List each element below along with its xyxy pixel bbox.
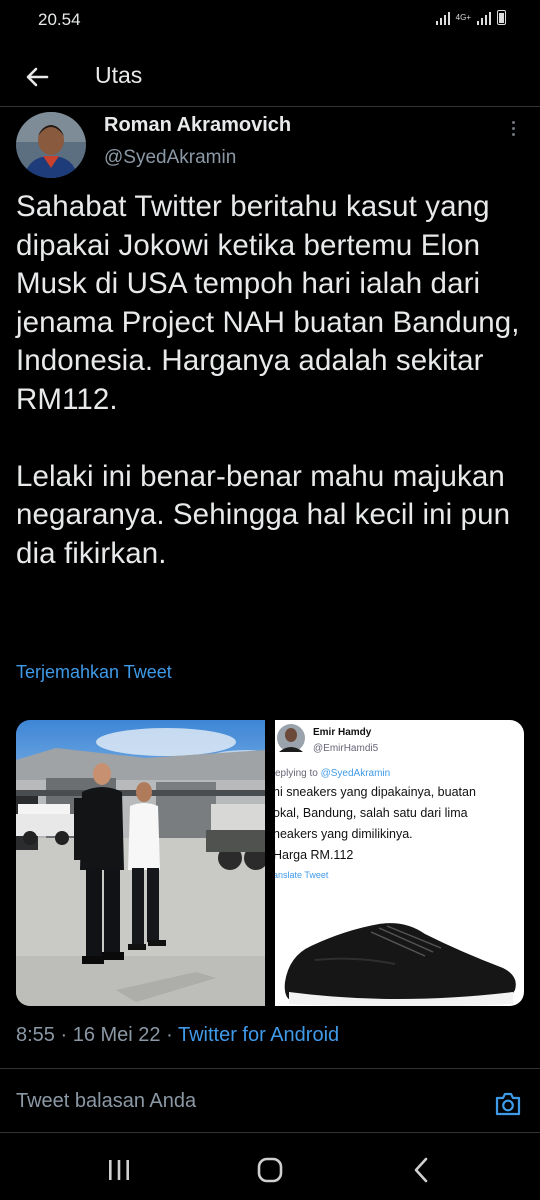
- embedded-line: ni sneakers yang dipakainya, buatan: [275, 785, 476, 799]
- screenshot-embedded-tweet[interactable]: Emir Hamdy @EmirHamdi5 eplying to @SyedA…: [275, 720, 524, 1006]
- tweet-media: Emir Hamdy @EmirHamdi5 eplying to @SyedA…: [16, 720, 524, 1006]
- camera-icon[interactable]: [492, 1088, 524, 1120]
- status-icons: 4G+: [435, 10, 506, 25]
- tweet-source-link[interactable]: Twitter for Android: [178, 1024, 339, 1046]
- tweet-text: Sahabat Twitter beritahu kasut yang dipa…: [16, 188, 526, 573]
- top-app-bar: Utas: [0, 48, 540, 107]
- reply-input[interactable]: Tweet balasan Anda: [16, 1090, 476, 1120]
- tweet-paragraph: Sahabat Twitter beritahu kasut yang dipa…: [16, 190, 520, 416]
- author-name[interactable]: Roman Akramovich: [104, 114, 291, 137]
- home-icon[interactable]: [245, 1148, 295, 1192]
- more-options-icon[interactable]: [505, 118, 521, 140]
- divider: [0, 1068, 540, 1069]
- divider: [0, 1132, 540, 1133]
- embedded-replying-to: eplying to @SyedAkramin: [275, 768, 390, 779]
- photo-jokowi-musk[interactable]: [16, 720, 265, 1006]
- arrow-left-icon[interactable]: [20, 60, 54, 94]
- embedded-handle: @EmirHamdi5: [313, 743, 379, 754]
- embedded-line: okal, Bandung, salah satu dari lima: [275, 806, 468, 820]
- embedded-line: neakers yang dimilikinya.: [275, 827, 413, 841]
- tweet-paragraph: Lelaki ini benar-benar mahu majukan nega…: [16, 459, 511, 570]
- author-handle[interactable]: @SyedAkramin: [104, 147, 236, 169]
- embedded-line: Harga RM.112: [275, 848, 354, 862]
- battery-icon: [497, 10, 506, 25]
- signal-icon: [477, 11, 491, 25]
- replying-to-prefix: eplying to: [275, 768, 321, 779]
- avatar[interactable]: [16, 112, 86, 178]
- clock: 20.54: [38, 10, 81, 29]
- signal-icon: [435, 11, 450, 25]
- embedded-translate: anslate Tweet: [275, 870, 329, 880]
- embedded-name: Emir Hamdy: [313, 727, 372, 738]
- recent-apps-icon[interactable]: [94, 1148, 144, 1192]
- tweet-meta: 8:55 · 16 Mei 22 · Twitter for Android: [16, 1024, 339, 1047]
- replying-to-handle: @SyedAkramin: [320, 768, 391, 779]
- tweet-timestamp: 8:55 · 16 Mei 22 ·: [16, 1024, 178, 1046]
- network-type: 4G+: [455, 12, 471, 22]
- back-icon[interactable]: [396, 1148, 446, 1192]
- translate-tweet-link[interactable]: Terjemahkan Tweet: [16, 662, 172, 683]
- status-bar: 20.54 4G+: [0, 0, 540, 40]
- system-navigation-bar: [0, 1140, 540, 1200]
- page-title: Utas: [95, 62, 143, 88]
